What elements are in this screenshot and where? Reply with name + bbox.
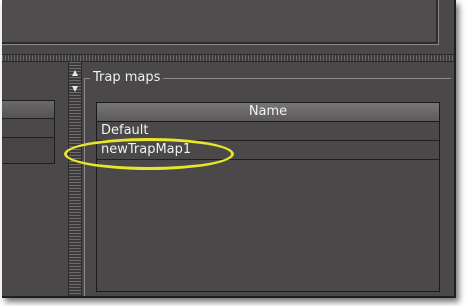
- table-row[interactable]: Default: [97, 122, 439, 141]
- down-arrow-icon[interactable]: [72, 86, 78, 92]
- trap-maps-title: Trap maps: [90, 70, 164, 86]
- table-row[interactable]: newTrapMap1: [97, 141, 439, 160]
- name-column-header[interactable]: Name: [97, 103, 439, 122]
- vertical-splitter[interactable]: [68, 62, 82, 296]
- window-frame: Trap maps Name Default newTrapMap1: [2, 0, 456, 298]
- horizontal-splitter[interactable]: [2, 54, 454, 62]
- left-table: [2, 100, 55, 164]
- up-arrow-icon[interactable]: [72, 70, 78, 76]
- top-panel: [2, 0, 439, 45]
- left-table-header[interactable]: [2, 101, 54, 119]
- trap-maps-table: Name Default newTrapMap1: [96, 102, 440, 292]
- left-table-row[interactable]: [2, 119, 54, 138]
